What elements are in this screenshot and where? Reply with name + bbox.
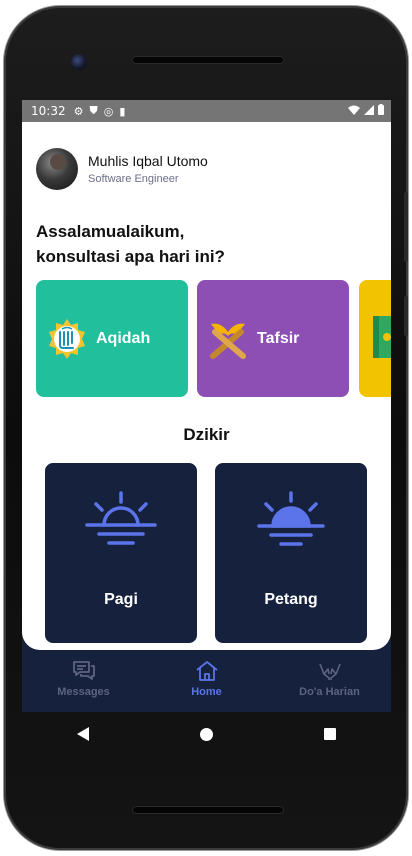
dzikir-pagi-label: Pagi <box>104 591 138 608</box>
front-camera <box>71 54 87 70</box>
allah-calligraphy-icon <box>46 318 88 360</box>
shield-icon: ⛊ <box>89 104 98 117</box>
nav-doa-harian[interactable]: Do'a Harian <box>268 650 391 712</box>
dzikir-pagi-card[interactable]: Pagi <box>45 463 197 643</box>
topic-label-aqidah: Aqidah <box>96 329 151 347</box>
sync-icon: ◎ <box>103 104 114 118</box>
status-bar: 10:32 ⚙ ⛊ ◎ ▮ <box>22 100 391 122</box>
chat-icon <box>72 661 95 680</box>
topic-card-tafsir[interactable]: Tafsir <box>197 280 349 397</box>
book-icon <box>373 315 391 362</box>
settings-icon: ⚙ <box>73 104 84 118</box>
volume-button <box>404 192 408 262</box>
nav-label-home: Home <box>191 686 222 698</box>
dzikir-petang-card[interactable]: Petang <box>215 463 367 643</box>
topic-label-tafsir: Tafsir <box>257 329 300 347</box>
top-speaker <box>132 56 284 64</box>
topic-card-aqidah[interactable]: Aqidah <box>36 280 188 397</box>
back-button[interactable] <box>77 727 90 741</box>
profile-name: Muhlis Iqbal Utomo <box>88 153 208 169</box>
praying-hands-icon <box>318 663 341 680</box>
dzikir-title: Dzikir <box>183 425 230 444</box>
wifi-icon <box>348 104 360 118</box>
battery-icon <box>378 104 384 118</box>
topic-card-next[interactable] <box>359 280 391 397</box>
nav-messages[interactable]: Messages <box>22 650 145 712</box>
recents-button[interactable] <box>323 728 336 740</box>
sunrise-icon <box>85 491 157 545</box>
system-home-button[interactable] <box>199 727 213 741</box>
profile-role: Software Engineer <box>88 173 179 185</box>
home-content: Muhlis Iqbal Utomo Software Engineer Ass… <box>22 122 391 650</box>
sunset-icon <box>257 491 325 546</box>
home-icon <box>195 661 218 681</box>
topic-carousel[interactable]: Aqidah Tafsir <box>36 280 391 398</box>
profile-header[interactable]: Muhlis Iqbal Utomo Software Engineer <box>36 148 208 190</box>
avatar[interactable] <box>36 148 78 190</box>
greeting-text: Assalamualaikum, konsultasi apa hari ini… <box>36 219 225 269</box>
sd-card-icon: ▮ <box>119 104 126 118</box>
nav-home[interactable]: Home <box>145 650 268 712</box>
nav-label-doa-harian: Do'a Harian <box>299 686 360 698</box>
dzikir-petang-label: Petang <box>264 591 318 608</box>
greeting-line-1: Assalamualaikum, <box>36 222 185 241</box>
screen: 10:32 ⚙ ⛊ ◎ ▮ Muhlis Iqbal Utomo Softwar… <box>22 100 391 712</box>
nav-label-messages: Messages <box>57 686 110 698</box>
bottom-speaker <box>132 806 284 814</box>
power-button <box>404 296 408 336</box>
system-navigation-bar <box>22 712 391 756</box>
quran-stand-icon <box>207 318 249 360</box>
signal-icon <box>364 104 374 118</box>
status-time: 10:32 <box>31 104 66 118</box>
bottom-nav: Messages Home Do'a Harian <box>22 650 391 712</box>
greeting-line-2: konsultasi apa hari ini? <box>36 247 225 266</box>
